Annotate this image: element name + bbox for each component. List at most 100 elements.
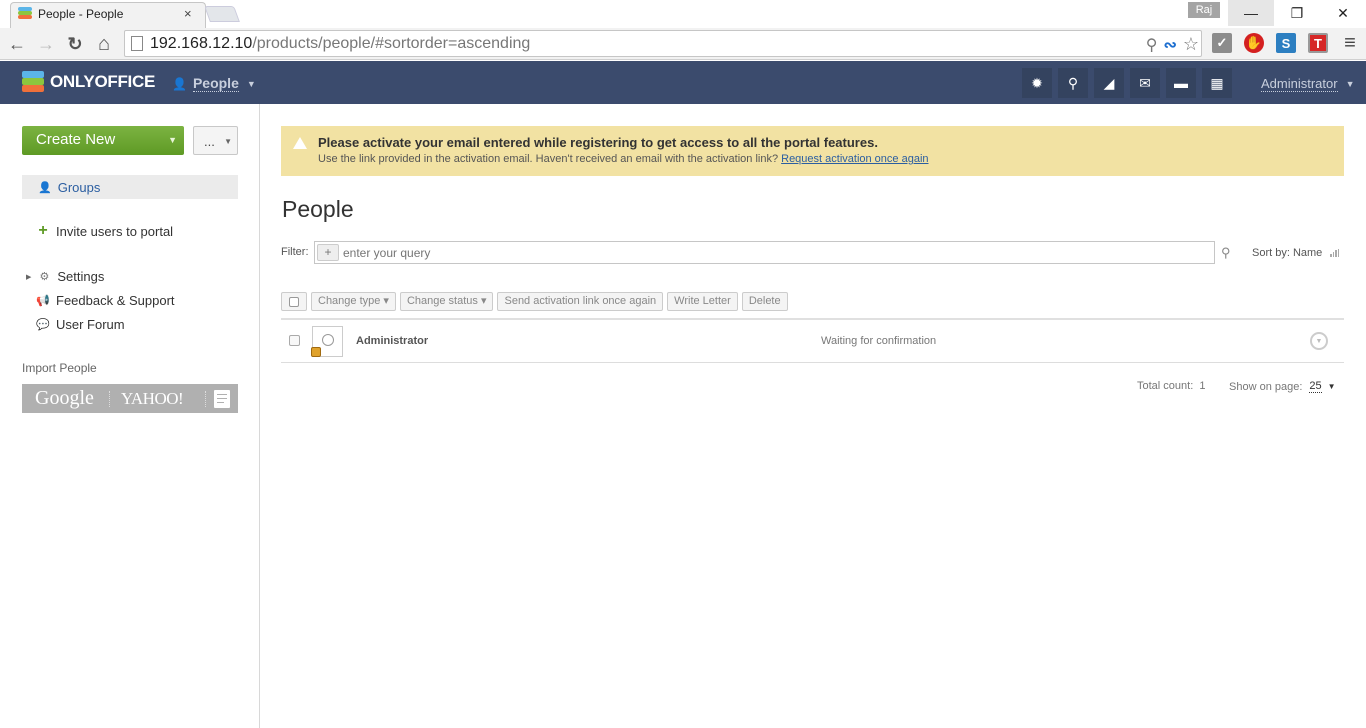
change-type-button[interactable]: Change type ▾ [311,292,396,311]
sidebar-item-invite[interactable]: + Invite users to portal [36,222,173,240]
chevron-down-icon: ▼ [246,78,256,89]
show-on-page-label: Show on page: [1229,380,1303,393]
actions-toolbar: Change type ▾ Change status ▾ Send activ… [281,292,788,311]
more-label: ... [204,134,215,149]
logo-icon [22,71,44,93]
divider [205,390,206,407]
sidebar-item-settings[interactable]: ▶ ⚙ Settings [26,269,104,284]
close-window-button[interactable]: ✕ [1320,0,1366,26]
app-header: ONLYOFFICE 👤 People ▼ ✹ ⚲ ◢ ✉ ▬ ▦ Admini… [0,61,1366,104]
sort-order-icon[interactable] [1330,249,1340,257]
person-icon: 👤 [38,181,52,194]
feedback-label: Feedback & Support [56,293,175,308]
admin-badge-icon [311,347,321,357]
user-status: Waiting for confirmation [821,335,937,347]
chat-icon[interactable]: ▬ [1166,68,1196,98]
create-new-button[interactable]: Create New ▼ [22,126,184,155]
notice-text: Use the link provided in the activation … [318,153,929,165]
row-checkbox[interactable] [289,335,300,346]
megaphone-icon: 📢 [36,295,50,307]
s-extension-icon[interactable]: S [1276,33,1296,53]
feed-icon[interactable]: ◢ [1094,68,1124,98]
url-text[interactable]: 192.168.12.10/products/people/#sortorder… [150,35,530,53]
divider [109,390,110,407]
gear-icon: ⚙ [39,271,50,283]
groups-label: Groups [57,179,101,195]
request-activation-link[interactable]: Request activation once again [781,153,928,165]
expand-arrow-icon[interactable]: ▶ [26,273,31,281]
tab-close-icon[interactable]: × [184,6,192,21]
more-actions-button[interactable]: ... ▼ [193,126,238,155]
table-row[interactable]: Administrator Waiting for confirmation ▼ [281,320,1344,363]
browser-toolbar: ← → ↻ ⌂ 192.168.12.10/products/people/#s… [0,28,1366,60]
sidebar-item-groups[interactable]: 👤 Groups [22,175,238,199]
onlyoffice-favicon-icon [18,7,32,21]
write-letter-button[interactable]: Write Letter [667,292,738,311]
reload-icon[interactable]: ↻ [63,32,87,56]
restore-button[interactable]: ❐ [1274,0,1320,26]
import-file-icon[interactable] [214,389,230,408]
filter-label: Filter: [281,246,309,258]
import-people-bar: Google YAHOO! [22,384,238,413]
import-yahoo-button[interactable]: YAHOO! [121,389,205,409]
user-name-link[interactable]: Administrator [356,335,428,347]
chevron-down-icon[interactable]: ▼ [1328,382,1336,391]
sort-by-control[interactable]: Sort by: Name [1252,247,1340,259]
wave-extension-icon[interactable]: ∾ [1163,35,1176,55]
page-icon [131,36,143,51]
browser-user-badge[interactable]: Raj [1188,2,1220,18]
check-extension-icon[interactable]: ✓ [1212,33,1232,53]
search-icon[interactable]: ⚲ [1221,245,1231,261]
new-tab-button[interactable] [204,6,240,22]
import-people-title: Import People [22,361,97,375]
warning-icon [293,137,307,149]
adblock-extension-icon[interactable]: ✋ [1244,33,1264,53]
browser-tab-content[interactable]: People - People [18,3,198,25]
sort-by-label: Sort by: Name [1252,247,1323,259]
home-icon[interactable]: ⌂ [92,32,116,56]
plus-icon: + [38,222,48,239]
search-icon[interactable]: ⚲ [1058,68,1088,98]
person-icon: 👤 [172,76,187,91]
mail-icon[interactable]: ✉ [1130,68,1160,98]
back-icon[interactable]: ← [5,32,29,56]
user-menu[interactable]: Administrator ▼ [1261,76,1355,92]
zoom-icon[interactable]: ⚲ [1146,35,1158,55]
forward-icon[interactable]: → [34,32,58,56]
add-filter-button[interactable]: + [317,244,339,261]
create-new-label: Create New [36,131,116,148]
sidebar: Create New ▼ ... ▼ 👤 Groups + Invite use… [0,104,260,728]
forum-label: User Forum [56,317,125,332]
minimize-button[interactable]: — [1228,0,1274,26]
page-size-control[interactable]: Show on page: 25 ▼ [1229,380,1336,393]
gear-icon[interactable]: ✹ [1022,68,1052,98]
notice-title: Please activate your email entered while… [318,135,878,150]
sidebar-item-forum[interactable]: 💬 User Forum [36,317,125,332]
chevron-down-icon: ▼ [1345,79,1355,89]
module-switcher[interactable]: 👤 People ▼ [172,75,256,92]
total-count: Total count: 1 [1137,380,1206,392]
page-title: People [282,196,354,222]
bookmark-star-icon[interactable]: ☆ [1183,34,1199,55]
invite-label: Invite users to portal [56,223,174,239]
settings-label: Settings [57,269,105,284]
filter-field[interactable]: + [314,241,1215,264]
onlyoffice-logo[interactable]: ONLYOFFICE [22,71,155,93]
chevron-down-icon: ▼ [168,135,177,145]
select-all-checkbox[interactable] [281,292,307,311]
sidebar-item-feedback[interactable]: 📢 Feedback & Support [36,293,175,308]
filter-input[interactable] [343,246,1203,260]
avatar[interactable] [311,326,343,357]
delete-button[interactable]: Delete [741,292,788,311]
tab-title: People - People [38,7,124,21]
browser-menu-icon[interactable]: ≡ [1340,32,1360,54]
page-size-value[interactable]: 25 [1309,380,1322,393]
browser-tabbar: People - People × Raj — ❐ ✕ [0,0,1366,28]
change-status-button[interactable]: Change status ▾ [399,292,494,311]
row-menu-icon[interactable]: ▼ [1310,332,1328,350]
t-extension-icon[interactable]: T [1308,33,1328,53]
import-google-button[interactable]: Google [35,387,109,410]
calendar-icon[interactable]: ▦ [1202,68,1232,98]
send-activation-button[interactable]: Send activation link once again [497,292,664,311]
address-bar[interactable]: 192.168.12.10/products/people/#sortorder… [124,30,1202,57]
